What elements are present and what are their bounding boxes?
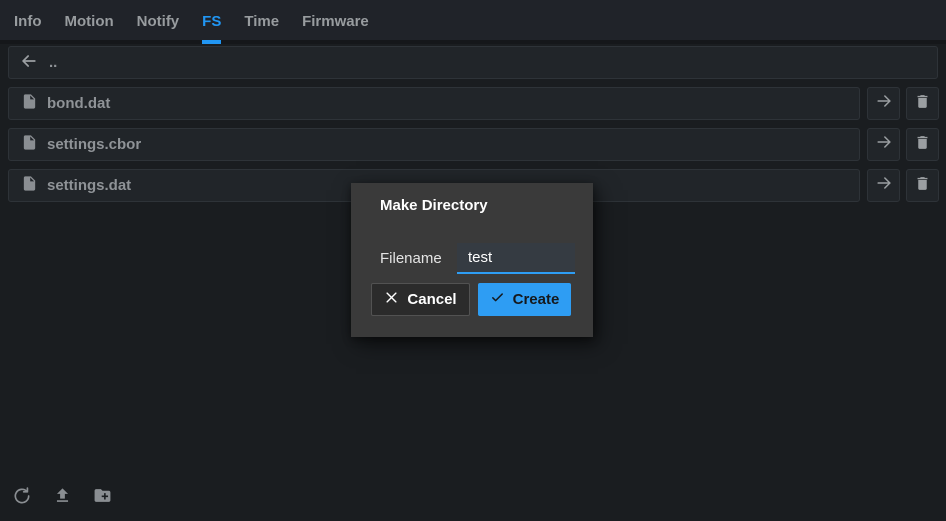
- create-button-label: Create: [513, 291, 560, 308]
- dialog-title: Make Directory: [380, 197, 488, 214]
- parent-directory-label: ..: [49, 54, 57, 71]
- tab-notify[interactable]: Notify: [137, 0, 180, 44]
- arrow-right-icon: [874, 132, 894, 157]
- file-row[interactable]: bond.dat: [8, 87, 860, 120]
- delete-file-button[interactable]: [906, 128, 939, 161]
- trash-icon: [914, 134, 931, 156]
- parent-directory-row[interactable]: ..: [8, 46, 938, 79]
- refresh-icon: [12, 486, 32, 511]
- filename-input[interactable]: [457, 243, 575, 274]
- make-directory-dialog: Make Directory Filename Cancel Create: [351, 183, 593, 337]
- file-row[interactable]: settings.cbor: [8, 128, 860, 161]
- file-name: bond.dat: [47, 95, 110, 112]
- tab-fs[interactable]: FS: [202, 0, 221, 44]
- fs-toolbar: [12, 487, 112, 509]
- trash-icon: [914, 93, 931, 115]
- tab-info[interactable]: Info: [14, 0, 42, 44]
- arrow-left-icon: [19, 51, 39, 75]
- tab-time[interactable]: Time: [244, 0, 279, 44]
- refresh-button[interactable]: [12, 487, 32, 509]
- make-directory-button[interactable]: [92, 487, 112, 509]
- close-icon: [384, 290, 399, 309]
- file-icon: [21, 93, 38, 114]
- file-icon: [21, 175, 38, 196]
- upload-button[interactable]: [52, 487, 72, 509]
- arrow-right-icon: [874, 173, 894, 198]
- file-icon: [21, 134, 38, 155]
- file-name: settings.dat: [47, 177, 131, 194]
- cancel-button[interactable]: Cancel: [371, 283, 470, 316]
- arrow-right-icon: [874, 91, 894, 116]
- delete-file-button[interactable]: [906, 169, 939, 202]
- folder-plus-icon: [93, 486, 112, 510]
- tab-motion[interactable]: Motion: [65, 0, 114, 44]
- filename-label: Filename: [380, 250, 442, 267]
- trash-icon: [914, 175, 931, 197]
- upload-icon: [53, 486, 72, 510]
- open-file-button[interactable]: [867, 169, 900, 202]
- delete-file-button[interactable]: [906, 87, 939, 120]
- create-button[interactable]: Create: [478, 283, 571, 316]
- open-file-button[interactable]: [867, 128, 900, 161]
- file-name: settings.cbor: [47, 136, 141, 153]
- open-file-button[interactable]: [867, 87, 900, 120]
- check-icon: [490, 290, 505, 309]
- tab-bar: Info Motion Notify FS Time Firmware: [0, 0, 946, 44]
- tab-firmware[interactable]: Firmware: [302, 0, 369, 44]
- cancel-button-label: Cancel: [407, 291, 456, 308]
